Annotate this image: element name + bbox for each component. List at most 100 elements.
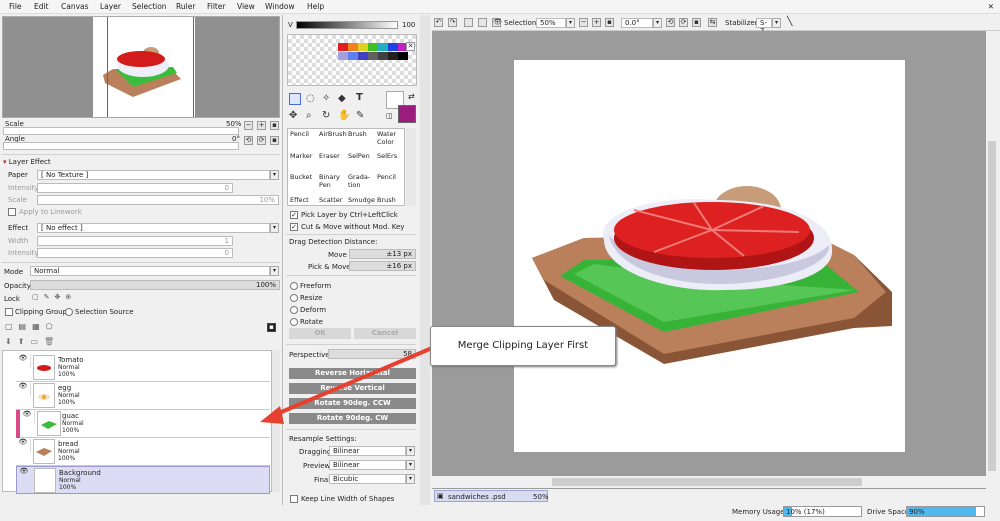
show-select-button[interactable]: 👁 — [492, 18, 502, 27]
deform-radio[interactable] — [290, 306, 298, 314]
layer-row-bread[interactable]: 👁 bread Normal 100% — [16, 438, 270, 466]
flip-canvas-button[interactable]: ⇆ — [708, 18, 717, 27]
final-select[interactable]: Bicubic — [329, 474, 406, 484]
zoom-reset-button[interactable]: ▪ — [270, 121, 279, 130]
angle-select[interactable]: 0.0° — [621, 18, 653, 28]
rotate-radio[interactable] — [290, 318, 298, 326]
selection-source-radio[interactable] — [65, 308, 73, 316]
tool-marker[interactable]: Marker — [290, 152, 312, 160]
texture-scale-slider[interactable]: 10% — [37, 195, 279, 205]
lock-icon-group[interactable]: ▢✎✥⊕ — [32, 293, 76, 301]
tool-panel-scrollbar[interactable] — [420, 15, 430, 505]
chevron-down-icon[interactable]: ▾ — [270, 223, 279, 233]
undo-button[interactable]: ↶ — [434, 18, 443, 27]
layer-row-egg[interactable]: 👁 egg Normal 100% — [16, 382, 270, 410]
eyedropper-icon[interactable]: ✎ — [356, 110, 364, 121]
keep-line-width-checkbox[interactable] — [290, 495, 298, 503]
menu-filter[interactable]: Filter — [207, 2, 226, 11]
chevron-down-icon[interactable]: ▾ — [772, 18, 781, 28]
dragging-select[interactable]: Bilinear — [329, 446, 406, 456]
eye-icon[interactable]: 👁 — [20, 410, 35, 424]
scale-slider[interactable] — [3, 127, 239, 135]
zoom-icon[interactable]: ⌕ — [306, 110, 312, 121]
tool-gradation[interactable]: Grada-tion — [348, 173, 372, 189]
canvas-zoom-out-button[interactable]: − — [579, 18, 588, 27]
blend-mode-select[interactable]: Normal — [30, 266, 270, 276]
width-slider[interactable]: 1 — [37, 236, 233, 246]
menu-help[interactable]: Help — [307, 2, 324, 11]
canvas-rotate-reset-button[interactable]: ▪ — [692, 18, 701, 27]
color-palette[interactable] — [287, 34, 417, 86]
canvas-area[interactable] — [432, 31, 986, 489]
tool-smudge[interactable]: Smudge — [348, 196, 375, 204]
cut-move-checkbox[interactable]: ✓ — [290, 223, 298, 231]
menu-file[interactable]: File — [9, 2, 22, 11]
effect-select[interactable]: [ No effect ] — [37, 223, 270, 233]
apply-linework-checkbox[interactable] — [8, 208, 16, 216]
chevron-down-icon[interactable]: ▾ — [653, 18, 662, 28]
eye-icon[interactable]: 👁 — [16, 354, 31, 368]
new-layer-icon-group[interactable]: ▢▤▦⬠ — [5, 322, 59, 331]
tool-pencil-2[interactable]: Pencil — [377, 173, 396, 181]
invert-select-button[interactable] — [478, 18, 487, 27]
menu-edit[interactable]: Edit — [34, 2, 49, 11]
chevron-down-icon[interactable]: ▾ — [270, 266, 279, 276]
lasso-icon[interactable]: ◌ — [306, 93, 315, 104]
chevron-down-icon[interactable]: ▾ — [406, 446, 415, 456]
intensity2-slider[interactable]: 0 — [37, 248, 233, 258]
tool-selers[interactable]: SelErs — [377, 152, 397, 160]
tool-airbrush[interactable]: AirBrush — [319, 130, 347, 138]
navigator-preview[interactable] — [2, 16, 280, 118]
layer-row-guac[interactable]: 👁 guac Normal 100% — [20, 410, 270, 438]
canvas-vertical-scrollbar[interactable] — [987, 31, 998, 489]
canvas-zoom-in-button[interactable]: + — [592, 18, 601, 27]
layer-row-background[interactable]: 👁 Background Normal 100% — [16, 466, 270, 494]
tool-selpen[interactable]: SelPen — [348, 152, 370, 160]
magic-wand-icon[interactable]: ✧ — [322, 93, 330, 104]
menu-canvas[interactable]: Canvas — [61, 2, 89, 11]
transparent-color-icon[interactable]: ◫ — [386, 112, 393, 120]
rotate-reset-button[interactable]: ▪ — [270, 136, 279, 145]
paper-select[interactable]: [ No Texture ] — [37, 170, 270, 180]
line-tool-icon[interactable]: ╲ — [787, 17, 792, 27]
palette-close-button[interactable]: ✕ — [406, 42, 415, 51]
rect-select-icon[interactable] — [289, 93, 301, 105]
menu-layer[interactable]: Layer — [100, 2, 121, 11]
tool-scatter[interactable]: Scatter — [319, 196, 342, 204]
chevron-down-icon[interactable]: ▾ — [566, 18, 575, 28]
tool-pencil[interactable]: Pencil — [290, 130, 309, 138]
tool-brush[interactable]: Brush — [348, 130, 367, 138]
hand-icon[interactable]: ✋ — [338, 110, 350, 121]
rotate-view-icon[interactable]: ↻ — [322, 110, 330, 121]
tool-bucket[interactable]: Bucket — [290, 173, 312, 181]
eye-icon[interactable]: 👁 — [16, 438, 31, 452]
opacity-slider[interactable]: 100% — [30, 280, 280, 290]
move-icon[interactable]: ✥ — [289, 110, 297, 121]
zoom-in-button[interactable]: + — [257, 121, 266, 130]
document-tab[interactable]: ▣ sandwiches .psd 50% — [434, 490, 549, 502]
preview-select[interactable]: Bilinear — [329, 460, 406, 470]
redo-button[interactable]: ↷ — [448, 18, 457, 27]
value-slider[interactable] — [296, 21, 398, 29]
deselect-button[interactable] — [464, 18, 473, 27]
canvas-zoom-reset-button[interactable]: ▪ — [605, 18, 614, 27]
rotate-left-button[interactable]: ⟲ — [244, 136, 253, 145]
move-distance-slider[interactable]: ±13 px — [349, 249, 416, 259]
menu-selection[interactable]: Selection — [132, 2, 167, 11]
chevron-down-icon[interactable]: ▾ — [406, 474, 415, 484]
pick-layer-checkbox[interactable]: ✓ — [290, 211, 298, 219]
menu-view[interactable]: View — [237, 2, 255, 11]
tool-grid-scrollbar[interactable] — [406, 128, 416, 206]
freeform-radio[interactable] — [290, 282, 298, 290]
text-icon[interactable]: T — [356, 92, 363, 103]
canvas-horizontal-scrollbar[interactable] — [432, 476, 986, 488]
zoom-out-button[interactable]: − — [244, 121, 253, 130]
chevron-down-icon[interactable]: ▾ — [406, 460, 415, 470]
eye-icon[interactable]: 👁 — [16, 382, 31, 396]
intensity-slider[interactable]: 0 — [37, 183, 233, 193]
pick-move-distance-slider[interactable]: ±16 px — [349, 261, 416, 271]
fill-icon[interactable]: ◆ — [338, 93, 346, 104]
horizontal-scroll-thumb[interactable] — [552, 478, 862, 486]
swap-colors-icon[interactable]: ⇄ — [408, 92, 415, 101]
resize-radio[interactable] — [290, 294, 298, 302]
